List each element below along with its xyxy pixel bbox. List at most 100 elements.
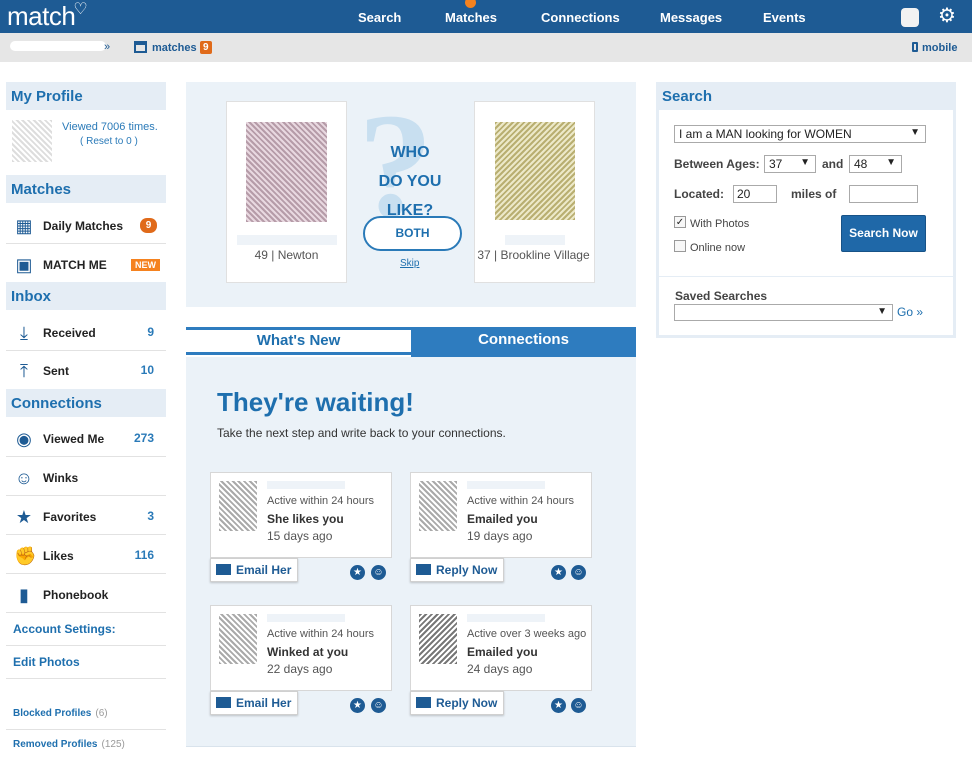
profile-card-left[interactable]: 49 | Newton <box>226 101 347 283</box>
profile-photo[interactable] <box>419 481 457 531</box>
sidebar-item-viewed-me[interactable]: ◉ Viewed Me 273 <box>6 419 166 457</box>
sidebar-item-label: Daily Matches <box>43 219 124 233</box>
breadcrumb-matches-link[interactable]: matches <box>152 42 197 54</box>
daily-matches-badge: 9 <box>140 218 157 233</box>
sidebar-item-phonebook[interactable]: ▮ Phonebook <box>6 575 166 613</box>
age-max-select[interactable]: 48 ▼ <box>849 155 902 173</box>
located-label: Located: <box>674 187 725 201</box>
edit-photos-link[interactable]: Edit Photos <box>13 655 80 669</box>
sidebar-item-label: MATCH ME <box>43 258 107 272</box>
both-button[interactable]: BOTH <box>363 216 462 251</box>
email-her-button[interactable]: Email Her <box>210 558 299 582</box>
online-now-checkbox[interactable] <box>674 240 686 252</box>
who-do-you-like-text: WHO DO YOU LIKE? <box>378 144 442 219</box>
profile-photo[interactable] <box>246 122 327 222</box>
profile-photo[interactable] <box>419 614 457 664</box>
profile-name[interactable] <box>267 481 345 489</box>
saved-searches-select[interactable]: ▼ <box>674 304 893 321</box>
matches-count-badge: 9 <box>200 41 212 54</box>
panel-footer <box>186 746 636 763</box>
profile-name[interactable] <box>467 614 545 622</box>
divider <box>6 678 166 679</box>
profile-photo[interactable] <box>12 120 52 162</box>
tab-connections[interactable]: Connections <box>411 327 636 357</box>
connection-card[interactable]: Active within 24 hours She likes you 15 … <box>210 472 392 558</box>
divider <box>6 729 166 730</box>
sidebar-item-label: Phonebook <box>43 588 109 602</box>
match-logo[interactable]: match♡ <box>7 1 89 32</box>
sidebar-item-received[interactable]: ⤓ Received 9 <box>6 313 166 351</box>
favorite-star-icon[interactable]: ★ <box>551 565 566 580</box>
search-heading: Search <box>656 82 956 110</box>
sidebar-item-sent[interactable]: ⤒ Sent 10 <box>6 351 166 389</box>
reply-now-button[interactable]: Reply Now <box>410 558 505 582</box>
dropdown-arrow-icon: ▼ <box>910 127 920 138</box>
removed-profiles-link[interactable]: Removed Profiles (125) <box>13 739 125 750</box>
gear-icon[interactable]: ⚙ <box>938 6 956 26</box>
eye-icon: ◉ <box>16 429 32 449</box>
matchme-icon: ▣ <box>15 255 33 275</box>
with-photos-checkbox[interactable]: ✓ <box>674 216 686 228</box>
sidebar-item-match-me[interactable]: ▣ MATCH ME NEW <box>6 245 166 283</box>
nav-matches[interactable]: Matches <box>445 10 497 25</box>
dropdown-arrow-icon: ▼ <box>800 157 810 168</box>
connection-card[interactable]: Active within 24 hours Winked at you 22 … <box>210 605 392 691</box>
panel-subtitle: Take the next step and write back to you… <box>217 426 506 440</box>
activity-status: Active within 24 hours <box>267 495 374 507</box>
favorite-star-icon[interactable]: ★ <box>551 698 566 713</box>
connection-card[interactable]: Active within 24 hours Emailed you 19 da… <box>410 472 592 558</box>
profile-photo[interactable] <box>219 614 257 664</box>
sidebar-item-likes[interactable]: ✊ Likes 116 <box>6 536 166 574</box>
age-min-select[interactable]: 37 ▼ <box>764 155 816 173</box>
zip-input[interactable] <box>849 185 918 203</box>
wink-icon[interactable]: ☺ <box>571 698 586 713</box>
reset-link[interactable]: ( Reset to 0 ) <box>80 136 138 147</box>
viewed-count[interactable]: Viewed 7006 times. <box>62 121 158 133</box>
nav-connections[interactable]: Connections <box>541 10 620 25</box>
reply-now-button[interactable]: Reply Now <box>410 691 505 715</box>
breadcrumb-username[interactable] <box>10 41 106 51</box>
skip-link[interactable]: Skip <box>400 258 419 269</box>
nav-search[interactable]: Search <box>358 10 401 25</box>
wink-icon[interactable]: ☺ <box>371 698 386 713</box>
connection-card[interactable]: Active over 3 weeks ago Emailed you 24 d… <box>410 605 592 691</box>
new-badge: NEW <box>131 259 160 271</box>
email-her-button[interactable]: Email Her <box>210 691 299 715</box>
activity-status: Active within 24 hours <box>467 495 574 507</box>
connection-status: She likes you <box>267 512 344 526</box>
wink-icon[interactable]: ☺ <box>571 565 586 580</box>
sidebar-item-favorites[interactable]: ★ Favorites 3 <box>6 497 166 535</box>
miles-input[interactable]: 20 <box>733 185 777 203</box>
tab-whats-new[interactable]: What's New <box>186 327 411 355</box>
online-now-label: Online now <box>690 242 746 254</box>
favorite-star-icon[interactable]: ★ <box>350 565 365 580</box>
my-profile-heading[interactable]: My Profile <box>6 82 166 110</box>
profile-name[interactable] <box>267 614 345 622</box>
sidebar-item-daily-matches[interactable]: ▦ Daily Matches 9 <box>6 206 166 244</box>
profile-name[interactable] <box>467 481 545 489</box>
inbox-heading: Inbox <box>6 282 166 310</box>
notification-dot <box>465 0 476 8</box>
avatar[interactable] <box>901 8 919 27</box>
heart-icon: ♡ <box>73 1 88 18</box>
blocked-profiles-link[interactable]: Blocked Profiles (6) <box>13 708 108 719</box>
mobile-link[interactable]: mobile <box>912 42 957 54</box>
favorite-star-icon[interactable]: ★ <box>350 698 365 713</box>
profile-photo[interactable] <box>495 122 575 220</box>
search-now-button[interactable]: Search Now <box>841 215 926 252</box>
wink-icon[interactable]: ☺ <box>371 565 386 580</box>
with-photos-label: With Photos <box>690 218 750 230</box>
account-settings-link[interactable]: Account Settings: <box>13 622 116 636</box>
sidebar-item-label: Favorites <box>43 510 97 524</box>
miles-of-label: miles of <box>791 187 837 201</box>
sidebar-item-winks[interactable]: ☺ Winks <box>6 458 166 496</box>
nav-messages[interactable]: Messages <box>660 10 722 25</box>
profile-card-right[interactable]: 37 | Brookline Village <box>474 101 595 283</box>
profile-photo[interactable] <box>219 481 257 531</box>
seeking-select[interactable]: I am a MAN looking for WOMEN ▼ <box>674 125 926 143</box>
go-link[interactable]: Go » <box>897 305 923 319</box>
profile-info: 49 | Newton <box>254 248 319 262</box>
inbox-received-icon: ⤓ <box>20 323 28 343</box>
nav-events[interactable]: Events <box>763 10 806 25</box>
connection-status: Emailed you <box>467 645 538 659</box>
